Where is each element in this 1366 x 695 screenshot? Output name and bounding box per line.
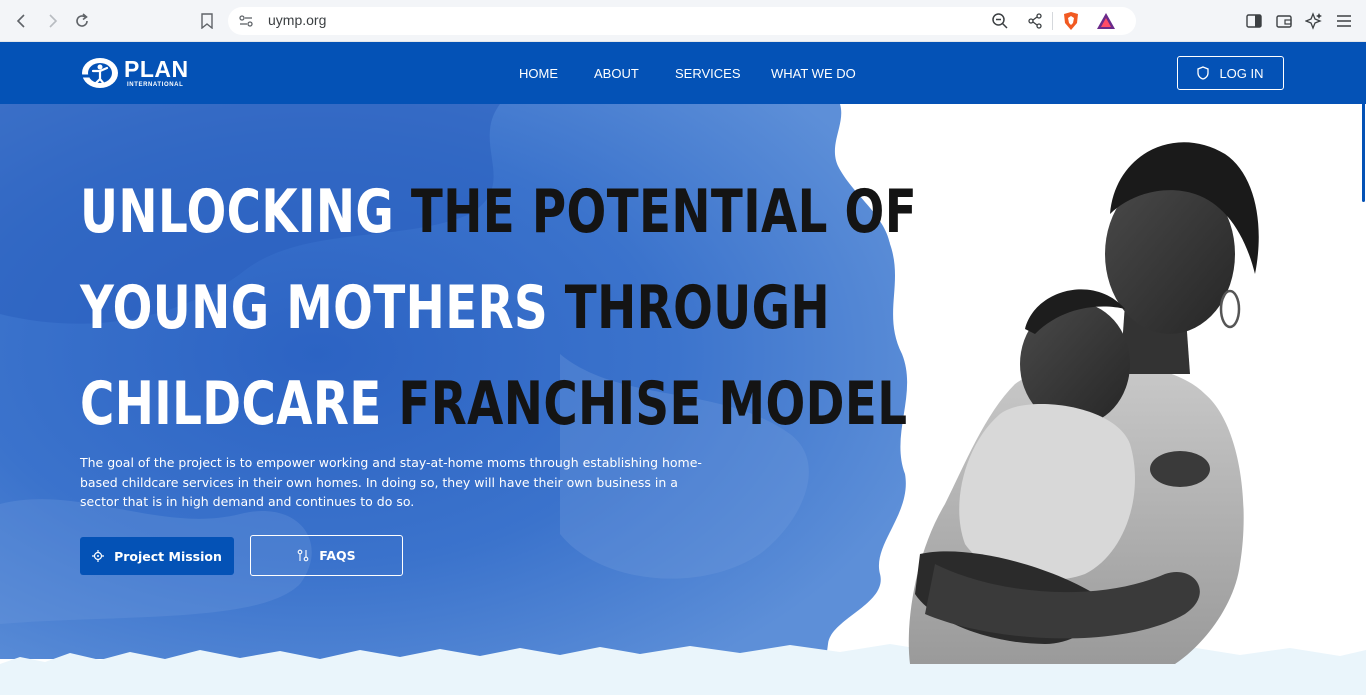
site-settings-icon[interactable] [238,13,254,33]
nav-about[interactable]: ABOUT [594,66,639,81]
faq-icon [297,549,309,562]
browser-toolbar: uymp.org [0,0,1366,42]
page-scrollbar[interactable] [1360,42,1366,202]
login-button[interactable]: LOG IN [1177,56,1284,90]
hero-title-line-1: UNLOCKING THE POTENTIAL OF [80,164,917,260]
hero-title-dark: THE POTENTIAL OF [410,177,918,247]
divider [1052,12,1053,30]
hero-title: UNLOCKING THE POTENTIAL OF YOUNG MOTHERS… [80,164,917,452]
hero-title-line-2: YOUNG MOTHERS THROUGH [80,260,830,356]
hero-title-highlight: UNLOCKING [80,177,411,247]
bookmark-icon[interactable] [195,9,219,33]
hero-title-highlight: CHILDCARE [80,369,399,439]
rewards-icon[interactable] [1096,12,1116,34]
reload-icon[interactable] [70,9,94,33]
logo-wordmark: PLAN [124,56,189,82]
hero-description: The goal of the project is to empower wo… [80,455,702,509]
url-text[interactable]: uymp.org [268,12,326,28]
login-label: LOG IN [1219,65,1264,81]
hero-title-line-3: CHILDCARE FRANCHISE MODEL [80,356,907,452]
sidebar-icon[interactable] [1243,10,1265,32]
site-header: PLAN INTERNATIONAL HOME ABOUT SERVICES W… [0,42,1366,104]
plan-logo[interactable]: PLAN INTERNATIONAL [80,55,189,91]
faqs-label: FAQS [319,548,356,563]
faqs-button[interactable]: FAQS [250,535,403,576]
nav-services[interactable]: SERVICES [675,66,741,81]
address-bar[interactable]: uymp.org [228,7,1136,35]
back-icon[interactable] [10,9,34,33]
mother-child-photo [908,142,1259,664]
menu-icon[interactable] [1333,10,1355,32]
target-icon [92,550,105,562]
leo-icon[interactable] [1303,10,1325,32]
logo-subtitle: INTERNATIONAL [127,82,184,88]
brave-shield-icon[interactable] [1062,11,1080,35]
zoom-out-icon[interactable] [991,12,1009,34]
nav-what-we-do[interactable]: WHAT WE DO [771,66,856,81]
hero-title-dark: FRANCHISE MODEL [398,369,908,439]
forward-icon[interactable] [40,9,64,33]
plan-logo-icon [82,58,118,88]
project-mission-button[interactable]: Project Mission [80,537,234,575]
shield-icon [1197,66,1210,80]
hero-title-highlight: YOUNG MOTHERS [80,273,565,343]
nav-home[interactable]: HOME [519,66,558,81]
hero-section: UNLOCKING THE POTENTIAL OF YOUNG MOTHERS… [0,104,1366,695]
wallet-icon[interactable] [1273,10,1295,32]
hero-title-dark: THROUGH [564,273,831,343]
project-mission-label: Project Mission [114,548,222,564]
share-icon[interactable] [1027,13,1043,33]
